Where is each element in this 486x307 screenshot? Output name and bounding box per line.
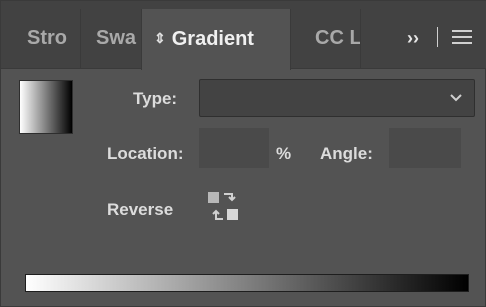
- chevron-down-icon: [450, 94, 462, 102]
- location-unit: %: [276, 144, 292, 163]
- tab-gradient[interactable]: ⇕ Gradient: [141, 9, 291, 70]
- panel-options-toggle-icon[interactable]: ⇕: [154, 9, 166, 68]
- tab-cc-libraries[interactable]: CC L: [291, 9, 361, 68]
- panel-tab-bar: Stro Swa ⇕ Gradient CC L ››: [1, 1, 486, 70]
- angle-input[interactable]: [389, 128, 461, 168]
- tab-divider: [437, 27, 438, 47]
- hamburger-menu-icon[interactable]: [452, 28, 472, 46]
- type-label: Type:: [133, 89, 178, 108]
- tab-stroke[interactable]: Stro: [11, 9, 81, 68]
- tab-swatches[interactable]: Swa: [81, 9, 141, 68]
- gradient-slider-ramp[interactable]: [25, 274, 469, 292]
- location-input[interactable]: [199, 128, 269, 168]
- double-chevron-right-icon[interactable]: ››: [399, 27, 427, 49]
- angle-label: Angle:: [320, 144, 373, 163]
- gradient-preview-swatch[interactable]: [19, 80, 73, 134]
- reverse-gradient-icon[interactable]: [207, 191, 241, 223]
- reverse-label: Reverse: [107, 200, 174, 219]
- location-label: Location:: [107, 144, 184, 163]
- gradient-panel: Stro Swa ⇕ Gradient CC L ›› Type: Locatio…: [0, 0, 486, 307]
- tab-gradient-label: Gradient: [171, 28, 254, 50]
- gradient-type-select[interactable]: [199, 79, 475, 117]
